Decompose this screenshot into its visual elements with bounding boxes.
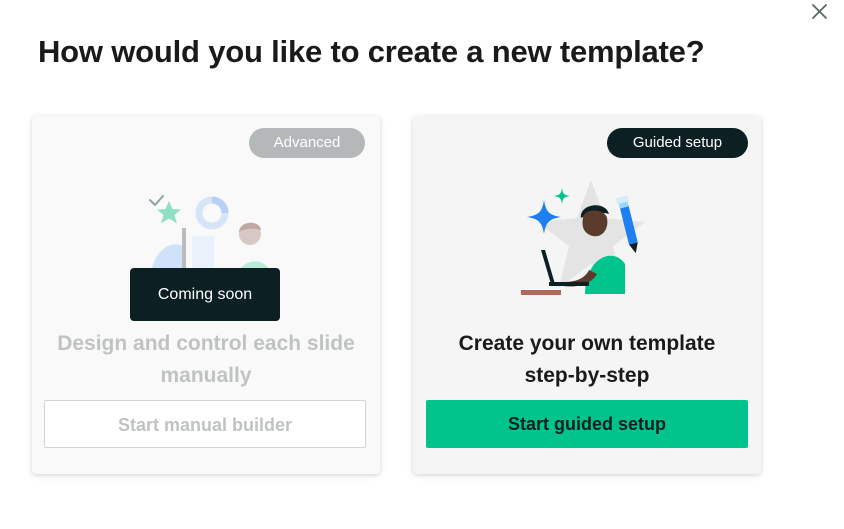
dialog-title: How would you like to create a new templ… xyxy=(38,34,705,69)
check-icon xyxy=(149,195,164,206)
create-template-dialog: How would you like to create a new templ… xyxy=(0,0,844,529)
small-sparkle-icon xyxy=(554,188,570,204)
guided-title-line1: Create your own template xyxy=(458,332,716,355)
manual-title-line1: Design and control each slide xyxy=(57,332,355,355)
guided-setup-illustration xyxy=(521,180,645,295)
star-icon xyxy=(157,201,181,224)
guided-setup-title: Create your own template step-by-step xyxy=(413,328,761,392)
guided-setup-badge: Guided setup xyxy=(607,128,748,158)
guided-title-line2: step-by-step xyxy=(524,364,650,387)
laptop-icon xyxy=(541,250,555,284)
guided-setup-card[interactable]: Guided setup Create your own template st… xyxy=(413,116,761,474)
manual-builder-title: Design and control each slide manually xyxy=(32,328,380,392)
coming-soon-tooltip: Coming soon xyxy=(130,268,280,321)
close-icon xyxy=(812,4,827,19)
start-manual-builder-button[interactable]: Start manual builder xyxy=(44,400,366,448)
manual-title-line2: manually xyxy=(160,364,252,387)
start-guided-setup-button[interactable]: Start guided setup xyxy=(426,400,748,448)
close-button[interactable] xyxy=(808,0,832,24)
advanced-badge: Advanced xyxy=(249,128,365,158)
manual-builder-card: Advanced Coming soon Design and control … xyxy=(32,116,380,474)
person-icon xyxy=(582,210,608,237)
